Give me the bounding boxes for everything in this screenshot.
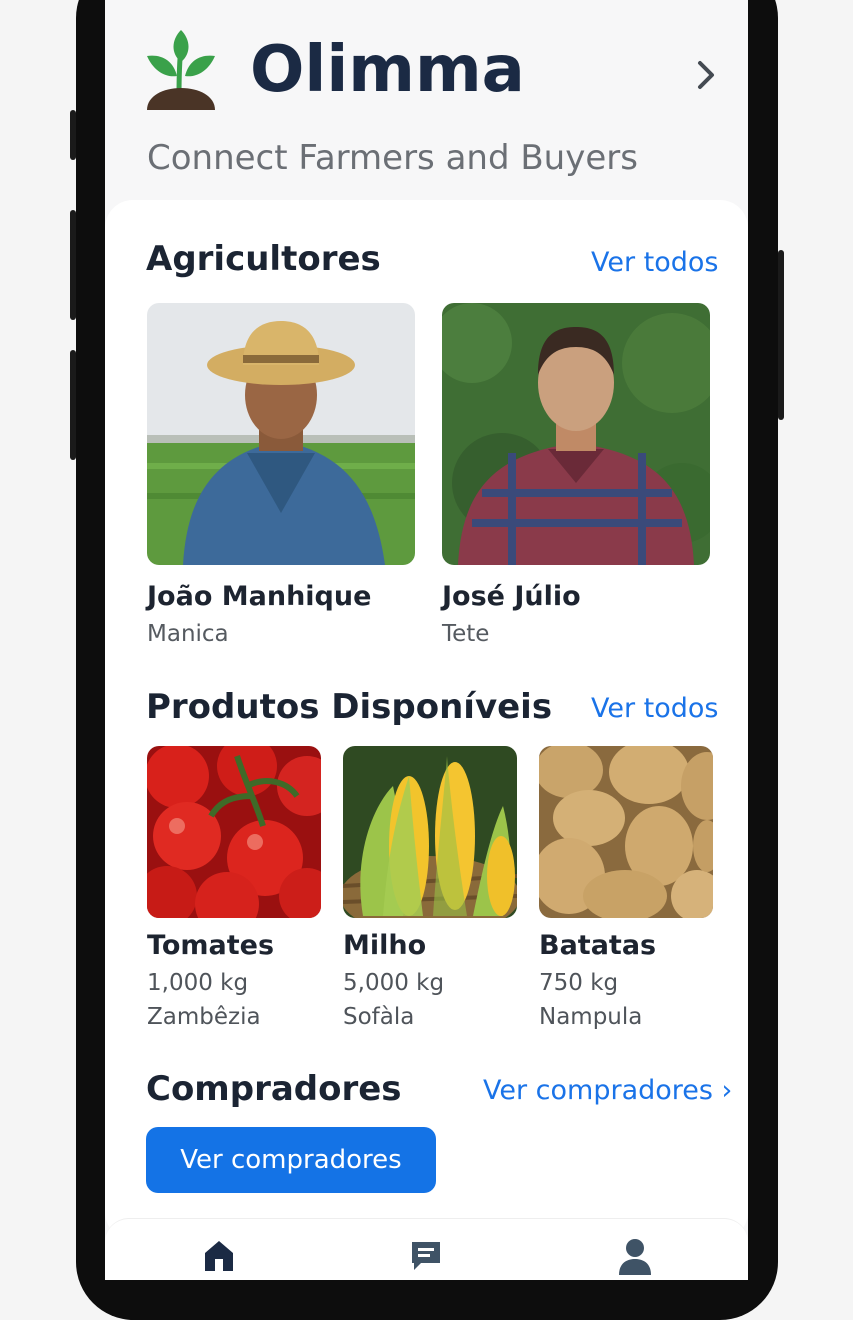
- product-photo-tomatoes: [147, 746, 321, 918]
- product-quantity: 750 kg: [539, 970, 619, 996]
- side-button: [778, 250, 784, 420]
- farmer-photo: [147, 303, 415, 565]
- buyers-section-title: Compradores: [146, 1069, 402, 1109]
- product-quantity: 5,000 kg: [343, 970, 445, 996]
- app-screen: Olimma Connect Farmers and Buyers Agricu…: [105, 0, 748, 1280]
- sprout-icon: [147, 30, 215, 110]
- farmers-see-all-link[interactable]: Ver todos: [591, 246, 719, 280]
- view-buyers-button[interactable]: Ver compradores: [146, 1127, 436, 1193]
- buyers-link[interactable]: Ver compradores ›: [483, 1074, 732, 1108]
- products-section-title: Produtos Disponíveis: [146, 687, 553, 727]
- profile-icon[interactable]: [617, 1237, 653, 1275]
- message-icon[interactable]: [409, 1239, 443, 1273]
- side-button: [70, 210, 76, 320]
- product-location: Sofàla: [343, 1004, 415, 1030]
- farmer-location: Tete: [442, 621, 490, 647]
- farmers-section-title: Agricultores: [146, 239, 381, 279]
- bottom-tab-bar: [105, 1218, 748, 1280]
- products-see-all-link[interactable]: Ver todos: [591, 692, 719, 726]
- home-icon[interactable]: [201, 1237, 237, 1273]
- farmer-name: José Júlio: [442, 581, 581, 612]
- side-button: [70, 110, 76, 160]
- chevron-right-icon[interactable]: [690, 58, 720, 92]
- app-tagline: Connect Farmers and Buyers: [147, 138, 638, 178]
- product-name: Batatas: [539, 930, 657, 961]
- app-header: Olimma Connect Farmers and Buyers: [105, 0, 748, 200]
- side-button: [70, 350, 76, 460]
- farmer-location: Manica: [147, 621, 229, 647]
- farmer-name: João Manhique: [147, 581, 372, 612]
- product-location: Nampula: [539, 1004, 643, 1030]
- product-photo-potatoes: [539, 746, 713, 918]
- product-location: Zambêzia: [147, 1004, 261, 1030]
- product-quantity: 1,000 kg: [147, 970, 249, 996]
- farmer-photo: [442, 303, 710, 565]
- product-name: Tomates: [147, 930, 275, 961]
- app-title: Olimma: [250, 33, 525, 107]
- product-photo-corn: [343, 746, 517, 918]
- product-name: Milho: [343, 930, 427, 961]
